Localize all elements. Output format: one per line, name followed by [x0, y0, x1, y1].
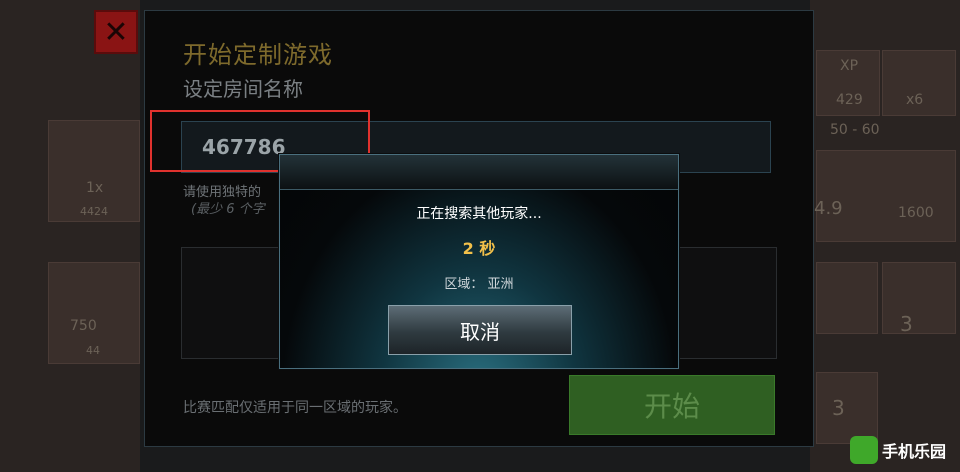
region-match-note: 比赛匹配仅适用于同一区域的玩家。: [183, 400, 407, 416]
background-text: 4424: [80, 205, 108, 218]
room-name-label: 设定房间名称: [183, 77, 303, 101]
dialog-title: 开始定制游戏: [183, 41, 333, 69]
background-text: 750: [70, 318, 97, 334]
background-text: 44: [86, 344, 100, 357]
background-text: 1x: [86, 180, 104, 196]
background-tile: [816, 150, 956, 242]
room-name-min-hint: (最少 6 个字: [191, 202, 265, 217]
close-button[interactable]: ✕: [94, 10, 138, 54]
background-text: x6: [906, 92, 924, 108]
searching-modal: 正在搜索其他玩家... 2 秒 区域： 亚洲 取消: [279, 154, 679, 369]
background-tile: [816, 262, 878, 334]
region-label: 区域： 亚洲: [444, 277, 514, 292]
background-text: 3: [832, 396, 845, 420]
background-text: 50 - 60: [830, 122, 880, 138]
background-text: 4.9: [814, 198, 843, 219]
cancel-button[interactable]: 取消: [388, 305, 572, 355]
modal-header-bar: [280, 155, 678, 190]
start-button[interactable]: 开始: [569, 375, 775, 435]
close-icon: ✕: [103, 14, 129, 50]
background-tile: [882, 262, 956, 334]
background-text: 1600: [898, 205, 934, 221]
watermark-logo-icon: [850, 436, 878, 464]
site-watermark: 手机乐园: [850, 432, 958, 468]
background-right-column: XP 429 x6 50 - 60 1600 4.9 3 3: [810, 0, 960, 472]
background-left-column: 1x 4424 750 44: [0, 0, 140, 472]
background-text: 429: [836, 92, 863, 108]
search-timer: 2 秒: [462, 239, 496, 258]
searching-message: 正在搜索其他玩家...: [416, 206, 542, 222]
watermark-text: 手机乐园: [882, 442, 947, 461]
background-text: 3: [900, 312, 913, 336]
background-text: XP: [840, 58, 859, 74]
